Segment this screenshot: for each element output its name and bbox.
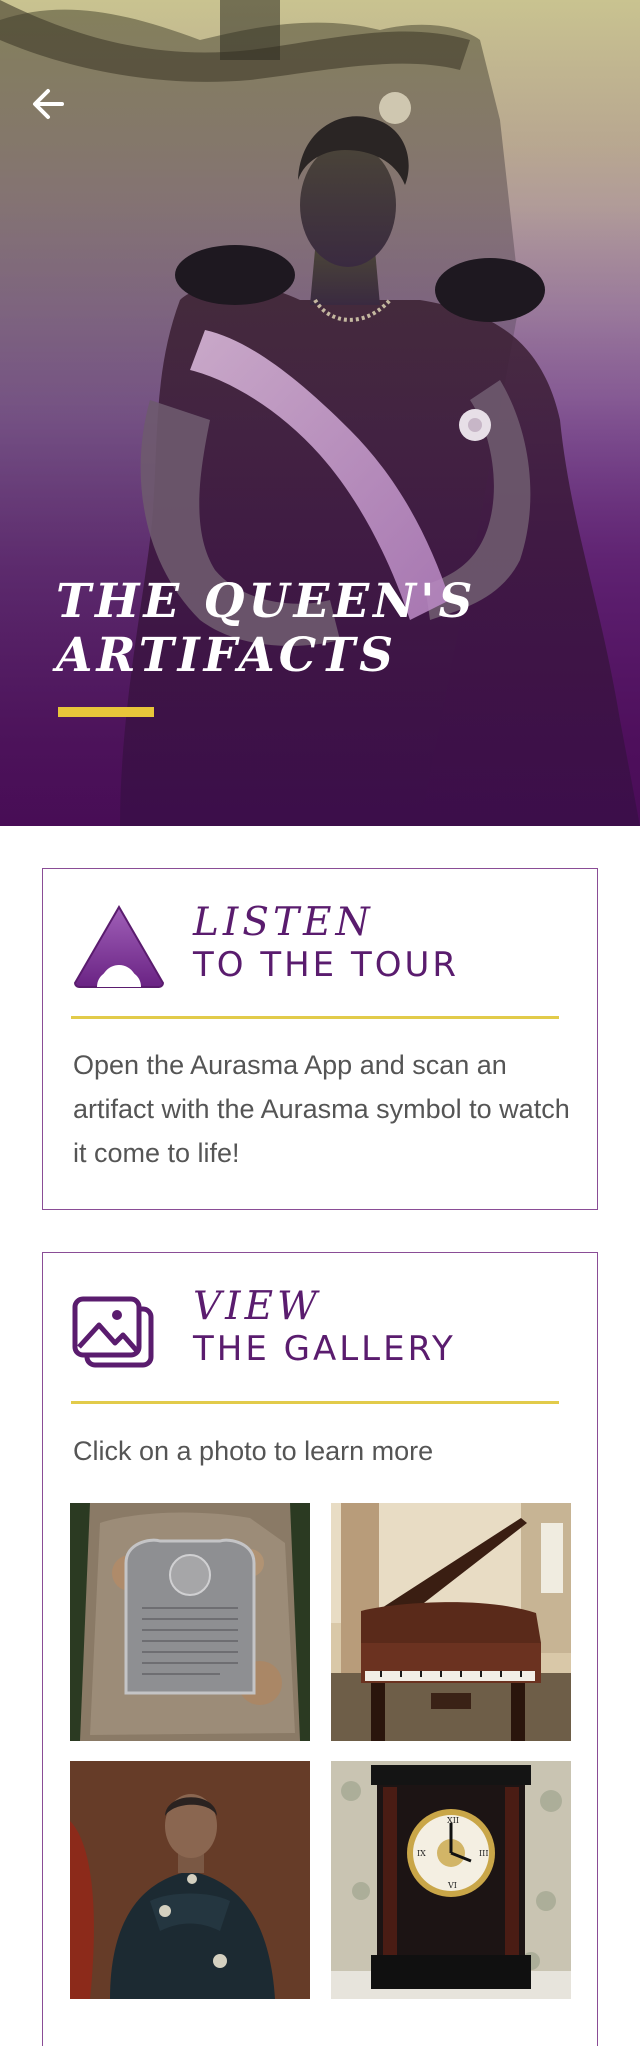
svg-text:VI: VI	[447, 1881, 457, 1890]
gallery-card-header: VIEW THE GALLERY	[43, 1253, 597, 1393]
gallery-icon	[72, 1296, 154, 1368]
page-title-line1: THE QUEEN'S	[56, 574, 477, 629]
listen-title-caps: TO THE TOUR	[193, 945, 460, 985]
listen-title: LISTEN TO THE TOUR	[193, 900, 460, 986]
gallery-photo-clock[interactable]: XII III VI IX	[331, 1761, 571, 1999]
page-title: THE QUEEN'S ARTIFACTS	[56, 575, 576, 683]
arrow-left-icon	[33, 89, 64, 119]
listen-body-text: Open the Aurasma App and scan an artifac…	[73, 1050, 570, 1168]
gallery-card: VIEW THE GALLERY Click on a photo to lea…	[42, 1252, 598, 2046]
listen-card-header: LISTEN TO THE TOUR	[43, 869, 597, 1009]
listen-card: LISTEN TO THE TOUR Open the Aurasma App …	[42, 868, 598, 1210]
page-title-line2: ARTIFACTS	[56, 628, 398, 683]
aurasma-logo-icon	[73, 905, 165, 988]
gallery-divider	[71, 1401, 559, 1404]
svg-text:XII: XII	[447, 1816, 459, 1825]
svg-text:IX: IX	[417, 1849, 426, 1858]
listen-divider	[71, 1016, 559, 1019]
listen-title-italic: LISTEN	[193, 900, 374, 945]
piano-photo	[331, 1503, 571, 1741]
gallery-photo-piano[interactable]	[331, 1503, 571, 1741]
hero-banner: THE QUEEN'S ARTIFACTS	[0, 0, 640, 826]
gallery-title-italic: VIEW	[193, 1284, 322, 1329]
queen-portrait-photo	[0, 0, 640, 826]
gallery-photo-portrait[interactable]	[70, 1761, 310, 1999]
gallery-photo-plaque[interactable]	[70, 1503, 310, 1741]
clock-photo: XII III VI IX	[331, 1761, 571, 1999]
svg-text:III: III	[479, 1849, 488, 1858]
title-underline	[58, 707, 154, 717]
gallery-title: VIEW THE GALLERY	[193, 1284, 456, 1370]
gallery-subtitle: Click on a photo to learn more	[73, 1436, 434, 1466]
portrait-photo	[70, 1761, 310, 1999]
back-button[interactable]	[22, 78, 74, 130]
gallery-title-caps: THE GALLERY	[193, 1329, 456, 1369]
plaque-photo	[70, 1503, 310, 1741]
